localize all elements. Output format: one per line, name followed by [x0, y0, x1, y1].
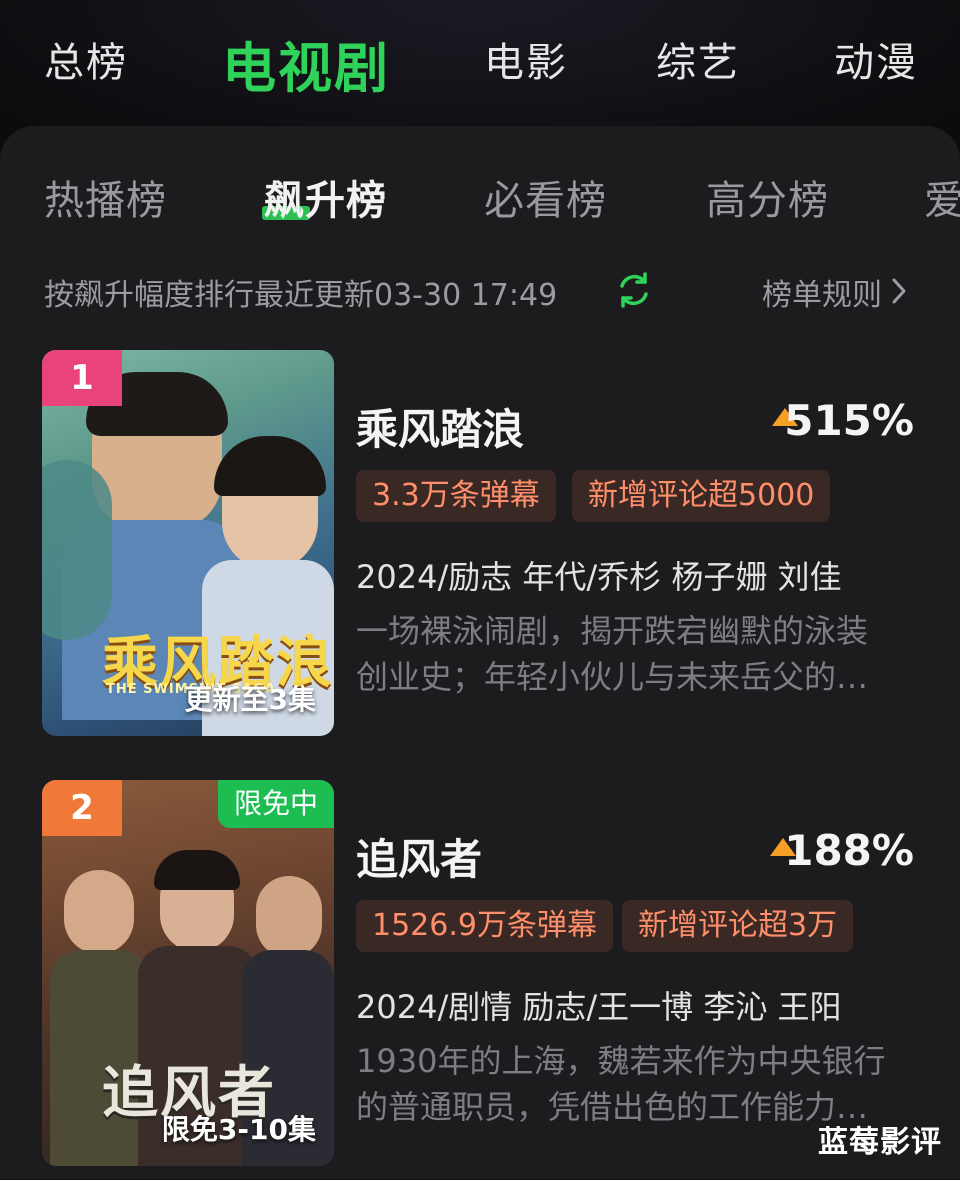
show-description: 一场裸泳闹剧，揭开跌宕幽默的泳装 创业史；年轻小伙儿与未来岳父的… — [356, 608, 916, 700]
tab-anime[interactable]: 动漫 — [834, 30, 918, 88]
comment-count-tag: 新增评论超5000 — [572, 470, 831, 522]
chevron-right-icon[interactable] — [890, 274, 910, 308]
subtab-high-score[interactable]: 高分榜 — [706, 168, 829, 226]
list-item[interactable]: 1 乘风踏浪 THE SWIMSUIT SAGA 更新至3集 乘风踏浪 515%… — [0, 350, 960, 750]
rank-badge: 2 — [42, 780, 122, 836]
subtab-hot[interactable]: 热播榜 — [44, 168, 167, 226]
poster-figure-left — [64, 870, 134, 954]
comment-count-tag: 新增评论超3万 — [622, 900, 854, 952]
subtab-rising[interactable]: 飙升榜 — [264, 168, 387, 226]
watermark: 蓝莓影评 — [818, 1125, 942, 1160]
description-line: 一场裸泳闹剧，揭开跌宕幽默的泳装 — [356, 612, 869, 650]
poster-hair-right — [214, 436, 326, 496]
list-item[interactable]: 2 限免中 追风者 限免3-10集 追风者 188% 1526.9万条弹幕 新增… — [0, 780, 960, 1180]
rise-percentage: 188% — [784, 826, 914, 875]
show-title[interactable]: 乘风踏浪 — [356, 396, 524, 457]
danmaku-count-tag: 3.3万条弹幕 — [356, 470, 556, 522]
rise-percentage: 515% — [784, 396, 914, 445]
poster-image[interactable]: 1 乘风踏浪 THE SWIMSUIT SAGA 更新至3集 — [42, 350, 334, 736]
tab-movies[interactable]: 电影 — [484, 30, 568, 88]
tab-variety[interactable]: 综艺 — [656, 30, 740, 88]
subtab-more[interactable]: 爱 — [924, 168, 960, 226]
rank-badge: 1 — [42, 350, 122, 406]
poster-figure-right — [256, 876, 322, 958]
description-line: 1930年的上海，魏若来作为中央银行 — [356, 1042, 886, 1080]
limited-free-badge: 限免中 — [217, 780, 334, 828]
tab-tv-series[interactable]: 电视剧 — [222, 24, 390, 103]
update-info: 按飙升幅度排行最近更新03-30 17:49 — [44, 278, 558, 313]
show-title[interactable]: 追风者 — [356, 826, 482, 887]
show-meta: 2024/剧情 励志/王一博 李沁 王阳 — [356, 988, 842, 1026]
episode-status: 限免3-10集 — [161, 1113, 316, 1146]
poster-fan — [42, 460, 112, 640]
show-meta: 2024/励志 年代/乔杉 杨子姗 刘佳 — [356, 558, 842, 596]
refresh-icon[interactable] — [614, 270, 654, 310]
episode-status: 更新至3集 — [184, 683, 316, 716]
danmaku-count-tag: 1526.9万条弹幕 — [356, 900, 613, 952]
tab-overall[interactable]: 总榜 — [44, 30, 128, 88]
poster-hair-center — [154, 850, 240, 890]
subtab-must-watch[interactable]: 必看榜 — [484, 168, 607, 226]
poster-image[interactable]: 2 限免中 追风者 限免3-10集 — [42, 780, 334, 1166]
rules-link[interactable]: 榜单规则 — [762, 270, 882, 314]
description-line: 创业史；年轻小伙儿与未来岳父的… — [356, 658, 869, 696]
